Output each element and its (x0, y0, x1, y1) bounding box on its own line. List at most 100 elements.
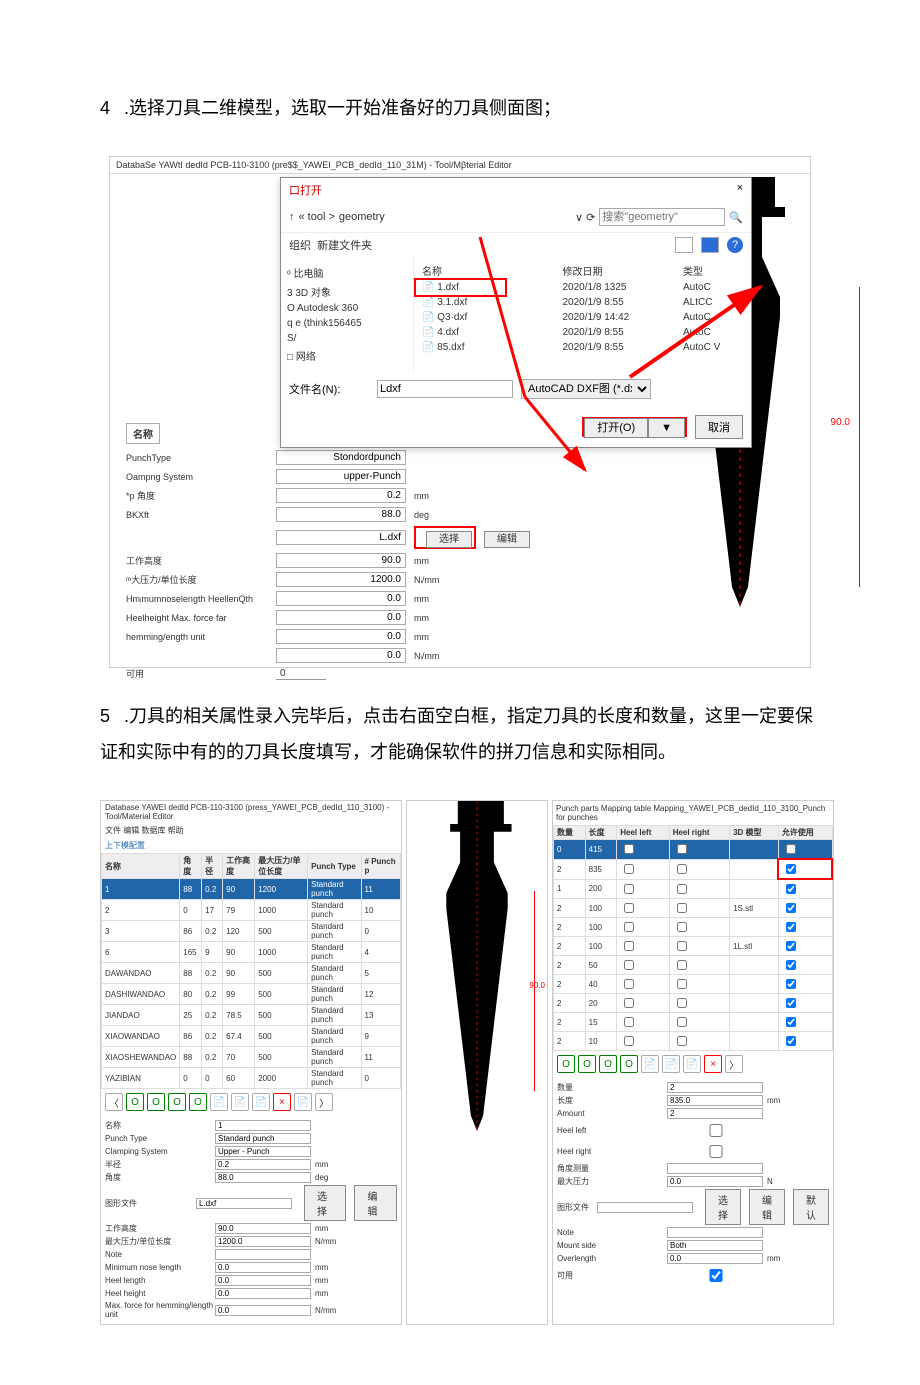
filename-input[interactable] (377, 380, 513, 398)
form-input[interactable] (215, 1172, 311, 1183)
table-row[interactable]: 240 (554, 975, 833, 994)
sidebar-item[interactable]: O Autodesk 360 (287, 301, 407, 316)
form-input[interactable] (215, 1146, 311, 1157)
tool-table[interactable]: 名称角度半径工作高度最大压力/单位长度Punch Type# Punch p18… (101, 853, 401, 1089)
toolbar-icon[interactable]: O (599, 1055, 617, 1073)
table-row[interactable]: 61659901000Standard punch4 (102, 942, 401, 963)
table-row[interactable]: 210 (554, 1032, 833, 1051)
nav-up-icon[interactable]: ↑ (289, 211, 295, 223)
toolbar-icon[interactable]: O (189, 1093, 207, 1111)
toolbar-icon[interactable]: 📄 (252, 1093, 270, 1111)
form-input[interactable] (215, 1236, 311, 1247)
toolbar-icon[interactable]: 📄 (294, 1093, 312, 1111)
fig2-tab[interactable]: 上下模配置 (101, 838, 401, 853)
form-input[interactable] (276, 610, 406, 625)
toolbar-icon[interactable]: O (168, 1093, 186, 1111)
sidebar-item[interactable]: ᵒ 比电脑 (287, 263, 407, 282)
table-row[interactable]: 21001L.stl (554, 937, 833, 956)
form-input[interactable] (597, 1202, 693, 1213)
table-row[interactable]: JIANDAO250.278.5500Standard punch13 (102, 1005, 401, 1026)
toolbar-icon[interactable]: O (578, 1055, 596, 1073)
toolbar-icon[interactable]: O (147, 1093, 165, 1111)
form-input[interactable] (215, 1262, 311, 1273)
table-row[interactable]: 2017791000Standard punch10 (102, 900, 401, 921)
form-input[interactable] (667, 1108, 763, 1119)
table-row[interactable]: 2835 (554, 859, 833, 879)
search-icon[interactable]: 🔍 (729, 211, 743, 224)
form-input[interactable] (667, 1240, 763, 1251)
fig2-menubar[interactable]: 文件 编辑 数据库 帮助 (101, 823, 401, 838)
form-input[interactable] (276, 572, 406, 587)
sidebar-item[interactable]: S/ (287, 331, 407, 346)
table-row[interactable]: 1880.2901200Standard punch11 (102, 879, 401, 900)
form-checkbox[interactable] (671, 1124, 761, 1137)
sidebar-item[interactable]: □ 网络 (287, 346, 407, 365)
form-input[interactable] (215, 1305, 311, 1316)
form-input[interactable] (667, 1163, 763, 1174)
file-row[interactable]: 📄 3.1.dxf2020/1/9 8:55ALtCC (418, 295, 747, 310)
form-button[interactable]: 默认 (793, 1189, 829, 1225)
table-row[interactable]: XIAOSHEWANDAO880.270500Standard punch11 (102, 1047, 401, 1068)
view-icon-2[interactable] (701, 237, 719, 253)
right-toolbar-icons[interactable]: OOOO📄📄📄×〉 (553, 1051, 833, 1077)
form-input[interactable] (276, 553, 406, 568)
file-row[interactable]: 📄 85.dxf2020/1/9 8:55AutoC V (418, 340, 747, 355)
table-row[interactable]: 21001S.stl (554, 899, 833, 918)
form-input[interactable] (276, 591, 406, 606)
toolbar-icon[interactable]: O (557, 1055, 575, 1073)
form-input[interactable] (667, 1095, 763, 1106)
form-input[interactable] (215, 1133, 311, 1144)
form-input[interactable] (667, 1082, 763, 1093)
view-icon[interactable] (675, 237, 693, 253)
form-input[interactable] (667, 1227, 763, 1238)
toolbar-icon[interactable]: × (273, 1093, 291, 1111)
form-input[interactable] (276, 629, 406, 644)
toolbar-icon[interactable]: × (704, 1055, 722, 1073)
toolbar-icons[interactable]: 〈OOOO📄📄📄×📄〉 (101, 1089, 401, 1115)
form-button[interactable]: 选择 (426, 531, 472, 548)
file-row[interactable]: 📄 4.dxf2020/1/9 8:55AutoC (418, 325, 747, 340)
sidebar-item[interactable]: 3 3D 对象 (287, 282, 407, 301)
file-row[interactable]: 📄 1.dxf2020/1/8 1325AutoC (418, 280, 747, 295)
toolbar-icon[interactable]: O (620, 1055, 638, 1073)
open-button[interactable]: 打开(O) (584, 418, 648, 438)
form-button[interactable]: 选择 (304, 1185, 347, 1221)
close-icon[interactable]: × (737, 182, 743, 198)
toolbar-icon[interactable]: O (126, 1093, 144, 1111)
form-input[interactable] (215, 1275, 311, 1286)
table-row[interactable]: XIAOWANDAO860.267.4500Standard punch9 (102, 1026, 401, 1047)
toolbar-icon[interactable]: 〉 (315, 1093, 333, 1111)
form-input[interactable] (276, 488, 406, 503)
table-row[interactable]: 1200 (554, 879, 833, 899)
form-input[interactable] (196, 1198, 292, 1209)
toolbar-icon[interactable]: 〈 (105, 1093, 123, 1111)
newfolder-label[interactable]: 新建文件夹 (317, 240, 372, 252)
toolbar-icon[interactable]: 📄 (231, 1093, 249, 1111)
form-button[interactable]: 编辑 (484, 531, 530, 548)
form-input[interactable] (215, 1223, 311, 1234)
table-row[interactable]: DASHIWANDAO800.299500Standard punch12 (102, 984, 401, 1005)
table-row[interactable]: 220 (554, 994, 833, 1013)
toolbar-icon[interactable]: 📄 (683, 1055, 701, 1073)
form-button[interactable]: 编辑 (354, 1185, 397, 1221)
form-input[interactable] (215, 1159, 311, 1170)
form-input[interactable] (276, 450, 406, 465)
table-row[interactable]: DAWANDAO880.290500Standard punch5 (102, 963, 401, 984)
form-input[interactable] (667, 1176, 763, 1187)
file-row[interactable]: 📄 Q3·dxf2020/1/9 14:42AutoC (418, 310, 747, 325)
table-row[interactable]: 3860.2120500Standard punch0 (102, 921, 401, 942)
form-input[interactable] (276, 530, 406, 545)
toolbar-icon[interactable]: 📄 (641, 1055, 659, 1073)
table-row[interactable]: 215 (554, 1013, 833, 1032)
form-input[interactable] (276, 507, 406, 522)
sidebar-item[interactable]: q e (think156465 (287, 316, 407, 331)
form-input[interactable] (276, 648, 406, 663)
form-input[interactable] (215, 1249, 311, 1260)
toolbar-icon[interactable]: 📄 (210, 1093, 228, 1111)
table-row[interactable]: 0415 (554, 840, 833, 860)
name-input-2[interactable] (215, 1120, 311, 1131)
toolbar-icon[interactable]: 〉 (725, 1055, 743, 1073)
form-checkbox[interactable] (671, 1269, 761, 1282)
table-row[interactable]: 2100 (554, 918, 833, 937)
cancel-button[interactable]: 取消 (695, 415, 743, 439)
